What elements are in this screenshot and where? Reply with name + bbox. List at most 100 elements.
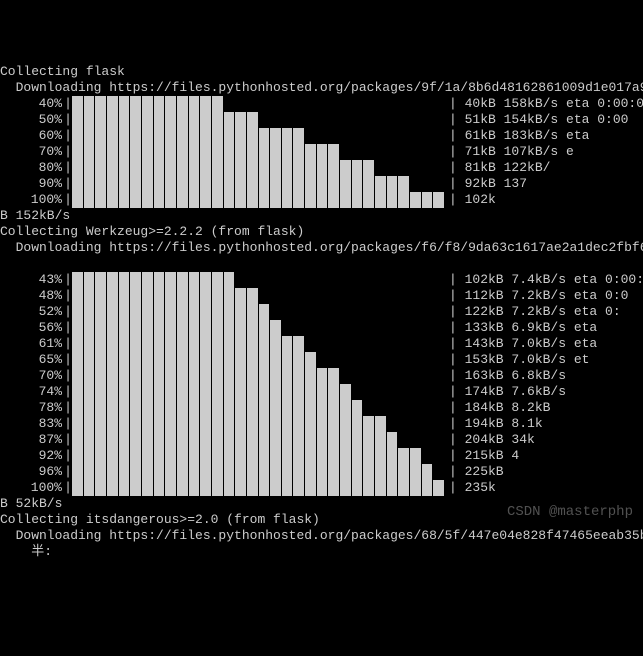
progress-percent: 56% bbox=[0, 320, 64, 336]
progress-line: 40%|| 40kB 158kB/s eta 0:00:01 bbox=[0, 96, 643, 112]
progress-bar bbox=[72, 192, 445, 208]
progress-bar bbox=[72, 112, 445, 128]
progress-stat: | 194kB 8.1k bbox=[445, 416, 643, 432]
progress-line: 56%| | 133kB 6.9kB/s eta bbox=[0, 320, 643, 336]
prompt-line: 半: bbox=[0, 544, 643, 560]
progress-sep: | bbox=[64, 160, 72, 176]
progress-stat: | 51kB 154kB/s eta 0:00 bbox=[445, 112, 643, 128]
progress-percent: 52% bbox=[0, 304, 64, 320]
progress-line: 48%| | 112kB 7.2kB/s eta 0:0 bbox=[0, 288, 643, 304]
progress-sep: | bbox=[64, 384, 72, 400]
progress-sep: | bbox=[64, 352, 72, 368]
progress-stat: | 235k bbox=[445, 480, 643, 496]
progress-bar bbox=[72, 416, 445, 432]
progress-stat: | 61kB 183kB/s eta bbox=[445, 128, 643, 144]
progress-stat: | 143kB 7.0kB/s eta bbox=[445, 336, 643, 352]
progress-bar bbox=[72, 144, 445, 160]
tail-line: B 152kB/s bbox=[0, 208, 643, 224]
progress-stat: | 102kB 7.4kB/s eta 0:00: bbox=[445, 272, 643, 288]
progress-stat: | 215kB 4 bbox=[445, 448, 643, 464]
progress-line: 90%| | 92kB 137 bbox=[0, 176, 643, 192]
progress-percent: 100% bbox=[0, 480, 64, 496]
progress-line: 78%| | 184kB 8.2kB bbox=[0, 400, 643, 416]
progress-stat: | 112kB 7.2kB/s eta 0:0 bbox=[445, 288, 643, 304]
progress-sep: | bbox=[64, 320, 72, 336]
collecting-line: Collecting Werkzeug>=2.2.2 (from flask) bbox=[0, 224, 643, 240]
progress-bar bbox=[72, 448, 445, 464]
progress-sep: | bbox=[64, 448, 72, 464]
progress-sep: | bbox=[64, 176, 72, 192]
progress-line: 92%| | 215kB 4 bbox=[0, 448, 643, 464]
progress-sep: | bbox=[64, 400, 72, 416]
progress-stat: | 122kB 7.2kB/s eta 0: bbox=[445, 304, 643, 320]
progress-line: 70%| | 71kB 107kB/s e bbox=[0, 144, 643, 160]
progress-bar bbox=[72, 464, 445, 480]
progress-stat: | 133kB 6.9kB/s eta bbox=[445, 320, 643, 336]
progress-stat: | 163kB 6.8kB/s bbox=[445, 368, 643, 384]
blank-line bbox=[0, 256, 643, 272]
progress-percent: 80% bbox=[0, 160, 64, 176]
progress-stat: | 102k bbox=[445, 192, 643, 208]
progress-sep: | bbox=[64, 128, 72, 144]
progress-bar bbox=[72, 288, 445, 304]
progress-percent: 78% bbox=[0, 400, 64, 416]
progress-sep: | bbox=[64, 272, 72, 288]
progress-stat: | 204kB 34k bbox=[445, 432, 643, 448]
progress-stat: | 92kB 137 bbox=[445, 176, 643, 192]
progress-percent: 96% bbox=[0, 464, 64, 480]
progress-sep: | bbox=[64, 288, 72, 304]
downloading-line: Downloading https://files.pythonhosted.o… bbox=[0, 240, 643, 256]
progress-stat: | 153kB 7.0kB/s et bbox=[445, 352, 643, 368]
progress-sep: | bbox=[64, 192, 72, 208]
progress-stat: | 71kB 107kB/s e bbox=[445, 144, 643, 160]
progress-line: 65%| | 153kB 7.0kB/s et bbox=[0, 352, 643, 368]
progress-percent: 40% bbox=[0, 96, 64, 112]
progress-percent: 92% bbox=[0, 448, 64, 464]
progress-bar bbox=[72, 368, 445, 384]
progress-bar bbox=[72, 384, 445, 400]
progress-bar bbox=[72, 320, 445, 336]
progress-bar bbox=[72, 432, 445, 448]
progress-sep: | bbox=[64, 416, 72, 432]
progress-stat: | 174kB 7.6kB/s bbox=[445, 384, 643, 400]
progress-bar bbox=[72, 272, 445, 288]
progress-line: 100%| | 102k bbox=[0, 192, 643, 208]
downloading-line: Downloading https://files.pythonhosted.o… bbox=[0, 80, 643, 96]
tail-line: B 52kB/s bbox=[0, 496, 643, 512]
progress-bar bbox=[72, 96, 445, 112]
progress-line: 50%| | 51kB 154kB/s eta 0:00 bbox=[0, 112, 643, 128]
progress-line: 80%| | 81kB 122kB/ bbox=[0, 160, 643, 176]
progress-percent: 50% bbox=[0, 112, 64, 128]
progress-percent: 61% bbox=[0, 336, 64, 352]
progress-percent: 87% bbox=[0, 432, 64, 448]
progress-percent: 60% bbox=[0, 128, 64, 144]
progress-bar bbox=[72, 400, 445, 416]
progress-line: 74%| | 174kB 7.6kB/s bbox=[0, 384, 643, 400]
progress-stat: | 40kB 158kB/s eta 0:00:01 bbox=[445, 96, 643, 112]
progress-bar bbox=[72, 480, 445, 496]
collecting-line: Collecting itsdangerous>=2.0 (from flask… bbox=[0, 512, 643, 528]
progress-stat: | 225kB bbox=[445, 464, 643, 480]
terminal-output: Collecting flask Downloading https://fil… bbox=[0, 64, 643, 560]
progress-percent: 48% bbox=[0, 288, 64, 304]
progress-line: 96%| | 225kB bbox=[0, 464, 643, 480]
progress-line: 60%| | 61kB 183kB/s eta bbox=[0, 128, 643, 144]
progress-sep: | bbox=[64, 480, 72, 496]
progress-bar bbox=[72, 352, 445, 368]
progress-line: 87%| | 204kB 34k bbox=[0, 432, 643, 448]
progress-percent: 100% bbox=[0, 192, 64, 208]
progress-line: 43%| | 102kB 7.4kB/s eta 0:00: bbox=[0, 272, 643, 288]
progress-sep: | bbox=[64, 432, 72, 448]
progress-line: 100%| | 235k bbox=[0, 480, 643, 496]
progress-bar bbox=[72, 128, 445, 144]
progress-percent: 43% bbox=[0, 272, 64, 288]
progress-bar bbox=[72, 304, 445, 320]
progress-percent: 70% bbox=[0, 368, 64, 384]
progress-percent: 74% bbox=[0, 384, 64, 400]
progress-line: 70%| | 163kB 6.8kB/s bbox=[0, 368, 643, 384]
progress-sep: | bbox=[64, 368, 72, 384]
progress-bar bbox=[72, 160, 445, 176]
progress-percent: 65% bbox=[0, 352, 64, 368]
downloading-line: Downloading https://files.pythonhosted.o… bbox=[0, 528, 643, 544]
progress-sep: | bbox=[64, 336, 72, 352]
